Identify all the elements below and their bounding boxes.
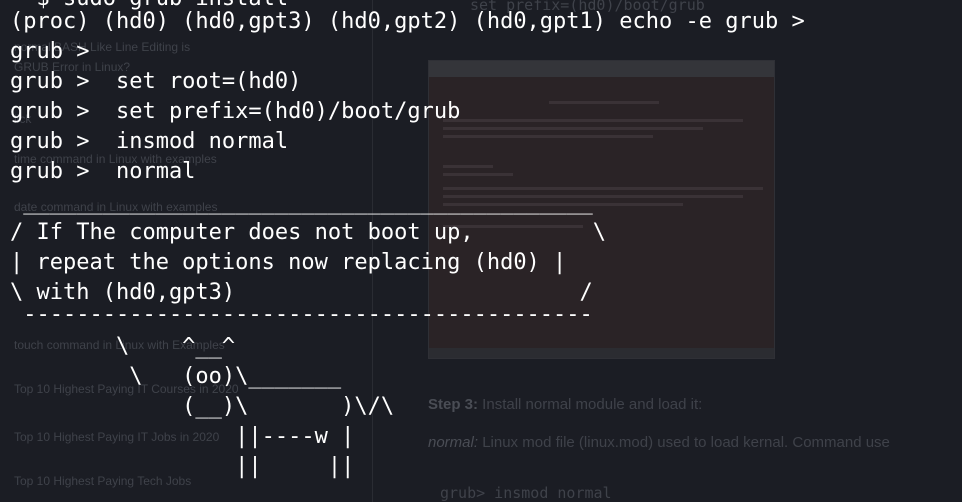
cowsay-bubble-bottom: ----------------------------------------…	[10, 302, 593, 327]
cowsay-bubble-top: ________________________________________…	[10, 190, 593, 215]
terminal-line: grub > normal	[10, 159, 196, 184]
terminal-line: grub > set prefix=(hd0)/boot/grub	[10, 99, 461, 124]
terminal-overlay: $ sudo grub-install (proc) (hd0) (hd0,gp…	[0, 0, 962, 502]
terminal-line: grub > insmod normal	[10, 129, 289, 154]
cowsay-bubble-line: / If The computer does not boot up, \	[10, 220, 607, 245]
terminal-line: (proc) (hd0) (hd0,gpt3) (hd0,gpt2) (hd0,…	[10, 9, 805, 34]
terminal-line: grub > set root=(hd0)	[10, 69, 302, 94]
cowsay-cow-line: (__)\ )\/\	[10, 394, 395, 419]
cowsay-cow-line: \ (oo)\_______	[10, 364, 342, 389]
cowsay-cow-line: || ||	[10, 454, 355, 479]
cowsay-cow-line: \ ^__^	[10, 334, 236, 359]
terminal-line: grub >	[10, 39, 90, 64]
cowsay-cow-line: ||----w |	[10, 424, 355, 449]
cowsay-bubble-line: | repeat the options now replacing (hd0)…	[10, 250, 567, 275]
